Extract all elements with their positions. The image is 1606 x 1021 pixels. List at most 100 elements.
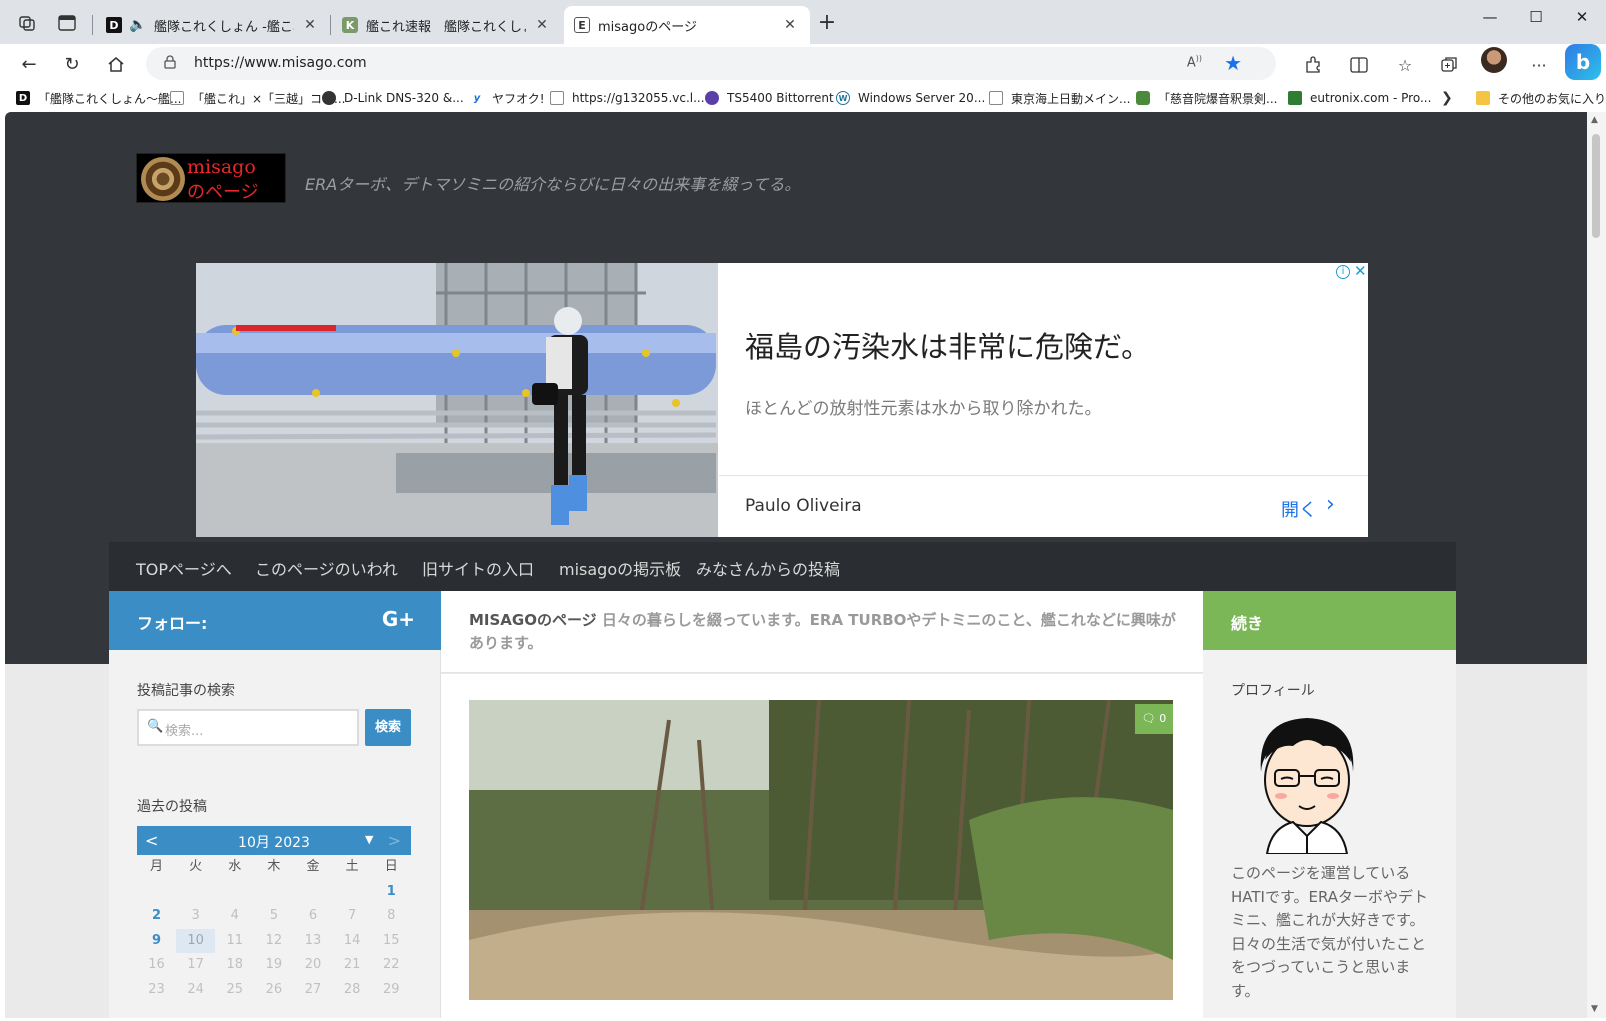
extensions-icon[interactable] <box>1300 52 1326 78</box>
post-thumbnail[interactable] <box>469 700 1173 1000</box>
search-input[interactable]: 🔍 検索... <box>137 709 359 746</box>
ad-advertiser[interactable]: Paulo Oliveira <box>745 496 862 516</box>
comment-count-badge[interactable]: 🗨 0 <box>1135 704 1173 734</box>
calendar-weekday: 金 <box>306 859 320 874</box>
bing-chat-icon[interactable]: b <box>1565 44 1601 80</box>
menu-item-about[interactable]: このページのいわれ <box>255 556 398 580</box>
tab-title: misagoのページ <box>598 19 697 35</box>
chevron-right-icon[interactable]: ❯ <box>1441 90 1453 106</box>
dlink-icon <box>322 91 336 105</box>
other-favorites-folder[interactable]: その他のお気に入り <box>1476 88 1606 108</box>
ad-description[interactable]: ほとんどの放射性元素は水から取り除かれた。 <box>745 394 1102 419</box>
menu-item-old-site[interactable]: 旧サイトの入口 <box>422 556 534 580</box>
calendar-empty-cell <box>137 880 176 905</box>
menu-item-bbs[interactable]: misagoの掲示板 <box>559 556 681 580</box>
google-plus-icon[interactable]: G+ <box>382 607 415 631</box>
bookmark-item[interactable]: 「艦これ」×「三越」コラ... <box>170 88 346 108</box>
home-button[interactable] <box>102 50 130 78</box>
site-logo[interactable]: misago のページ <box>136 153 286 203</box>
close-tab-icon[interactable]: ✕ <box>300 15 320 35</box>
vertical-tabs-icon[interactable] <box>56 12 78 34</box>
page-scrollbar[interactable]: ▲ ▼ <box>1587 112 1606 1018</box>
scrollbar-thumb[interactable] <box>1592 134 1600 238</box>
calendar-day: 8 <box>387 908 396 923</box>
more-options-icon[interactable]: ··· <box>1526 52 1552 78</box>
favorite-star-icon[interactable]: ★ <box>1224 51 1242 75</box>
scroll-down-icon[interactable]: ▼ <box>1591 1004 1598 1014</box>
ad-close-icon[interactable]: ✕ <box>1354 262 1367 280</box>
bookmark-item[interactable]: D-Link DNS-320 &... <box>322 88 464 108</box>
search-button[interactable]: 検索 <box>365 709 411 746</box>
tab-misago[interactable]: E misagoのページ ✕ <box>564 6 810 44</box>
calendar-week: 9 10 11 12 13 14 15 <box>137 928 411 954</box>
lock-icon[interactable] <box>164 55 180 71</box>
back-button[interactable]: ← <box>15 50 43 78</box>
search-placeholder[interactable]: 検索... <box>165 720 203 739</box>
read-aloud-icon[interactable]: A)) <box>1187 54 1202 70</box>
site-tagline: ERAターボ、デトマソミニの紹介ならびに日々の出来事を綴ってる。 <box>305 175 801 194</box>
continue-bar[interactable]: 続き <box>1203 591 1456 650</box>
chevron-right-icon[interactable]: › <box>1326 492 1335 517</box>
bookmark-item[interactable]: y ヤフオク! <box>470 88 545 108</box>
calendar-grid: 月火水木金土日 1 2 3 4 5 6 7 8 9 10 11 12 13 14 15 16 17 18 19 20 21… <box>137 855 411 1002</box>
new-tab-button[interactable]: + <box>815 12 839 36</box>
refresh-button[interactable]: ↻ <box>58 50 86 78</box>
scroll-up-icon[interactable]: ▲ <box>1591 115 1598 125</box>
advertisement[interactable]: 福島の汚染水は非常に危険だ。 ほとんどの放射性元素は水から取り除かれた。 Pau… <box>196 262 1368 537</box>
minimize-button[interactable]: — <box>1468 2 1512 32</box>
calendar-day[interactable]: 1 <box>372 880 411 905</box>
menu-item-top[interactable]: TOPページへ <box>136 556 232 580</box>
wordpress-icon: W <box>836 91 850 105</box>
profile-heading: プロフィール <box>1231 683 1315 699</box>
tab-kancolle[interactable]: D 🔈 艦隊これくしょん -艦これ- - オン ✕ <box>96 6 330 44</box>
calendar-day[interactable]: 9 <box>137 929 176 954</box>
calendar-weekday: 火 <box>189 859 203 874</box>
favorites-icon[interactable]: ☆ <box>1392 52 1418 78</box>
bookmark-item[interactable]: https://g132055.vc.l... <box>550 88 705 108</box>
maximize-button[interactable]: ☐ <box>1514 2 1558 32</box>
ad-info-icon[interactable]: i <box>1336 265 1350 279</box>
tab-title: 艦隊これくしょん -艦これ- - オン <box>154 19 294 35</box>
calendar-day: 27 <box>304 981 322 997</box>
continue-label[interactable]: 続き <box>1231 610 1263 634</box>
main-menu: TOPページへ このページのいわれ 旧サイトの入口 misagoの掲示板 みなさ… <box>109 542 1456 591</box>
profile-text: このページを運営しているHATIです。ERAターボやデトミニ、艦これが大好きです… <box>1231 864 1429 1000</box>
menu-item-submissions[interactable]: みなさんからの投稿 <box>696 556 840 580</box>
right-sidebar: プロフィール このページを運営しているHATIです。ERAターボやデトミニ、艦こ… <box>1203 650 1456 1018</box>
main-content: 🗨 0 <box>441 674 1203 1018</box>
archive-heading: 過去の投稿 <box>137 799 207 815</box>
close-tab-icon[interactable]: ✕ <box>532 15 552 35</box>
close-window-button[interactable]: ✕ <box>1560 2 1604 32</box>
ad-open-button[interactable]: 開く <box>1281 496 1317 522</box>
page-title: MISAGOのページ 日々の暮らしを綴っています。ERA TURBOやデトミニの… <box>469 611 1176 652</box>
calendar-day: 25 <box>226 981 244 997</box>
ad-headline[interactable]: 福島の汚染水は非常に危険だ。 <box>745 324 1150 366</box>
calendar-day: 14 <box>343 932 361 948</box>
bookmark-item[interactable]: 東京海上日動メイン... <box>989 88 1130 108</box>
calendar-week: 月火水木金土日 <box>137 855 411 880</box>
profile-avatar[interactable] <box>1481 47 1507 73</box>
collections-icon[interactable] <box>1436 52 1462 78</box>
bookmark-item[interactable]: W Windows Server 20... <box>836 88 985 108</box>
split-screen-icon[interactable] <box>1346 52 1372 78</box>
address-bar[interactable]: https://www.misago.com A)) ★ <box>146 47 1276 80</box>
url-text[interactable]: https://www.misago.com <box>194 55 367 71</box>
calendar-next-button[interactable]: > <box>388 831 401 850</box>
site-favicon-icon: K <box>342 17 358 33</box>
bookmark-item[interactable]: 「慈音院爆音釈景剣... <box>1136 88 1277 108</box>
close-tab-icon[interactable]: ✕ <box>780 15 800 35</box>
calendar-day[interactable]: 2 <box>137 904 176 929</box>
dropdown-arrow-icon[interactable]: ▼ <box>365 833 373 846</box>
calendar-day: 18 <box>226 957 244 972</box>
workspaces-icon[interactable] <box>16 12 38 34</box>
bookmark-item[interactable]: eutronix.com - Pro... <box>1288 88 1431 108</box>
calendar-day: 22 <box>383 957 400 972</box>
calendar-weekday: 月 <box>150 859 164 874</box>
bookmark-item[interactable]: TS5400 Bittorrent <box>705 88 834 108</box>
calendar-day: 15 <box>383 932 400 948</box>
tab-kancolle-sokuho[interactable]: K 艦これ速報 艦隊これくしょんまとめ ✕ <box>332 6 562 44</box>
bookmark-item[interactable]: D 「艦隊これくしょん〜艦... <box>16 88 181 108</box>
audio-playing-icon[interactable]: 🔈 <box>129 17 146 33</box>
ad-image[interactable] <box>196 263 718 537</box>
bittorrent-icon <box>705 91 719 105</box>
